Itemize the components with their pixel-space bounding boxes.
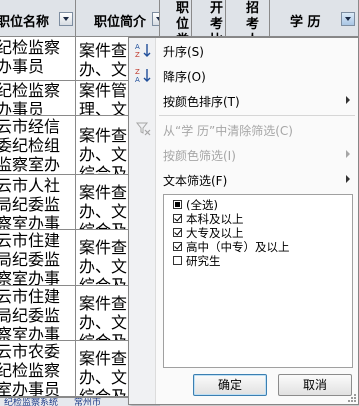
filter-option-label: 大专及以上 (186, 226, 244, 240)
checkbox[interactable] (173, 214, 182, 223)
column-header-position-type[interactable]: 职位类 (160, 0, 192, 37)
menu-item-label: 按颜色筛选(I) (163, 149, 236, 163)
checkbox[interactable] (173, 242, 182, 251)
filter-option-label: 研究生 (186, 254, 221, 268)
filter-option[interactable]: 研究生 (173, 254, 221, 268)
sort-ascending-icon: A Z (135, 43, 151, 58)
filter-values-list[interactable]: (全选) 本科及以上 大专及以上 高中（中专）及以上 研究生 (163, 194, 353, 368)
filter-dropdown-button[interactable] (59, 12, 73, 26)
svg-text:Z: Z (135, 68, 140, 76)
autofilter-menu: A Z 升序(S) Z A 降序(O) 按颜色排序(T) 从“学 历”中清除筛选… (128, 37, 359, 405)
cell-position-name[interactable]: 云市人社局纪委监察室办事员 (0, 175, 74, 229)
svg-text:Z: Z (135, 51, 140, 58)
ok-button[interactable]: 确定 (193, 374, 267, 396)
submenu-arrow-icon (346, 150, 350, 158)
column-header-position-name[interactable]: 职位名称 (0, 0, 76, 37)
sort-descending-icon: Z A (135, 68, 151, 83)
menu-item-label: 升序(S) (163, 45, 204, 59)
clear-filter-icon (135, 122, 151, 136)
menu-item-clear-filter: 从“学 历”中清除筛选(C) (129, 119, 358, 139)
column-header-label: 职位简介 (94, 15, 147, 30)
cell-position-name[interactable]: 纪检监察办事员 (0, 37, 74, 76)
filter-option-label: 高中（中专）及以上 (186, 240, 290, 254)
menu-item-label: 从“学 历”中清除筛选(C) (163, 124, 293, 138)
svg-text:A: A (135, 76, 140, 83)
menu-item-label: 降序(O) (163, 70, 206, 84)
svg-text:A: A (135, 43, 140, 51)
menu-item-sort-ascending[interactable]: A Z 升序(S) (129, 40, 358, 60)
column-header-label: 开考比 (210, 1, 224, 36)
column-header-label: 学 历 (290, 15, 321, 30)
filter-dropdown-button[interactable] (152, 12, 159, 26)
cell-position-name[interactable]: 云市住建局纪委监察室办事员 (0, 230, 74, 285)
cell-position-name[interactable]: 云市农委纪检监察室办事员 (0, 341, 74, 396)
column-header-label: 招考人 (246, 1, 260, 36)
menu-separator (159, 115, 355, 116)
cell-position-name[interactable]: 纪检监察办事员 (0, 81, 74, 115)
menu-item-text-filter[interactable]: 文本筛选(F) (129, 169, 358, 189)
resize-grip-icon[interactable] (348, 394, 356, 402)
cancel-button[interactable]: 取消 (278, 374, 352, 396)
filter-active-dropdown-button[interactable] (341, 12, 355, 26)
checkbox[interactable] (173, 256, 182, 265)
menu-item-sort-descending[interactable]: Z A 降序(O) (129, 65, 358, 85)
column-header-position-intro[interactable]: 职位简介 (76, 0, 160, 37)
filter-option[interactable]: 高中（中专）及以上 (173, 240, 290, 254)
submenu-arrow-icon (346, 175, 350, 183)
cell-position-name[interactable]: 云市住建局纪委监察室办事员 (0, 286, 74, 340)
column-header-exam-ratio[interactable]: 开考比 (192, 0, 226, 37)
menu-item-filter-by-color: 按颜色筛选(I) (129, 144, 358, 164)
filter-option-select-all[interactable]: (全选) (173, 198, 218, 212)
checkbox[interactable] (173, 228, 182, 237)
filter-option[interactable]: 本科及以上 (173, 212, 244, 226)
filter-option-label: (全选) (186, 198, 218, 212)
submenu-arrow-icon (346, 96, 350, 104)
menu-item-label: 文本筛选(F) (163, 174, 228, 188)
column-header-label: 职位名称 (0, 15, 50, 30)
filter-option[interactable]: 大专及以上 (173, 226, 244, 240)
menu-item-label: 按颜色排序(T) (163, 95, 240, 109)
column-header-education[interactable]: 学 历 (270, 0, 359, 37)
column-header-label: 职位类 (176, 1, 190, 36)
column-header-recruit-count[interactable]: 招考人 (226, 0, 270, 37)
menu-item-sort-by-color[interactable]: 按颜色排序(T) (129, 90, 358, 110)
filter-option-label: 本科及以上 (186, 212, 244, 226)
cell-position-name[interactable]: 云市经信委纪检组监察室办事员 (0, 116, 74, 174)
checkbox-select-all[interactable] (173, 200, 182, 209)
